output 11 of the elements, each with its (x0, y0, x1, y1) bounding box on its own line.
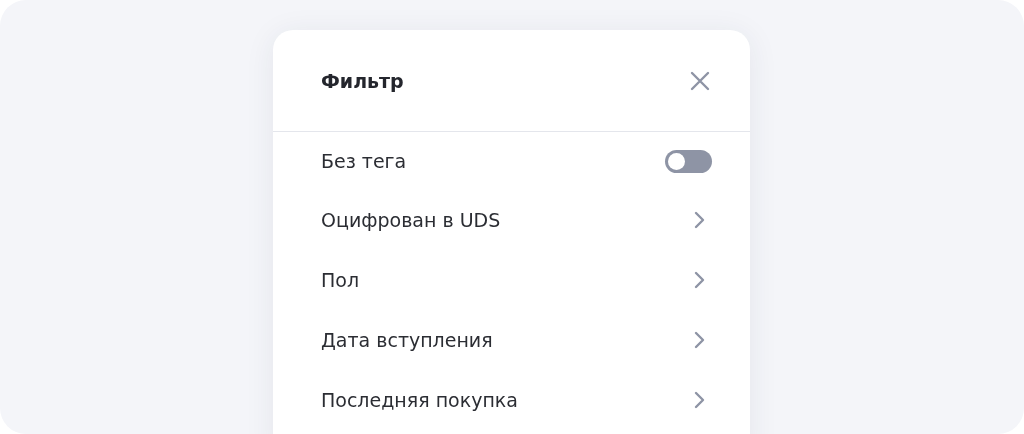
chevron-right-icon[interactable] (693, 271, 705, 289)
dialog-title: Фильтр (321, 69, 404, 92)
chevron-right-icon[interactable] (693, 331, 705, 349)
chevron-right-icon[interactable] (693, 211, 705, 229)
filter-option[interactable]: Пол (321, 269, 360, 291)
filter-option[interactable]: Последняя покупка (321, 389, 518, 411)
toggle-switch[interactable] (665, 149, 712, 173)
filter-option[interactable]: Без тега (321, 150, 407, 172)
filter-option[interactable]: Оцифрован в UDS (321, 209, 501, 231)
filter-option[interactable]: Дата вступления (321, 329, 493, 351)
chevron-right-icon[interactable] (693, 391, 705, 409)
